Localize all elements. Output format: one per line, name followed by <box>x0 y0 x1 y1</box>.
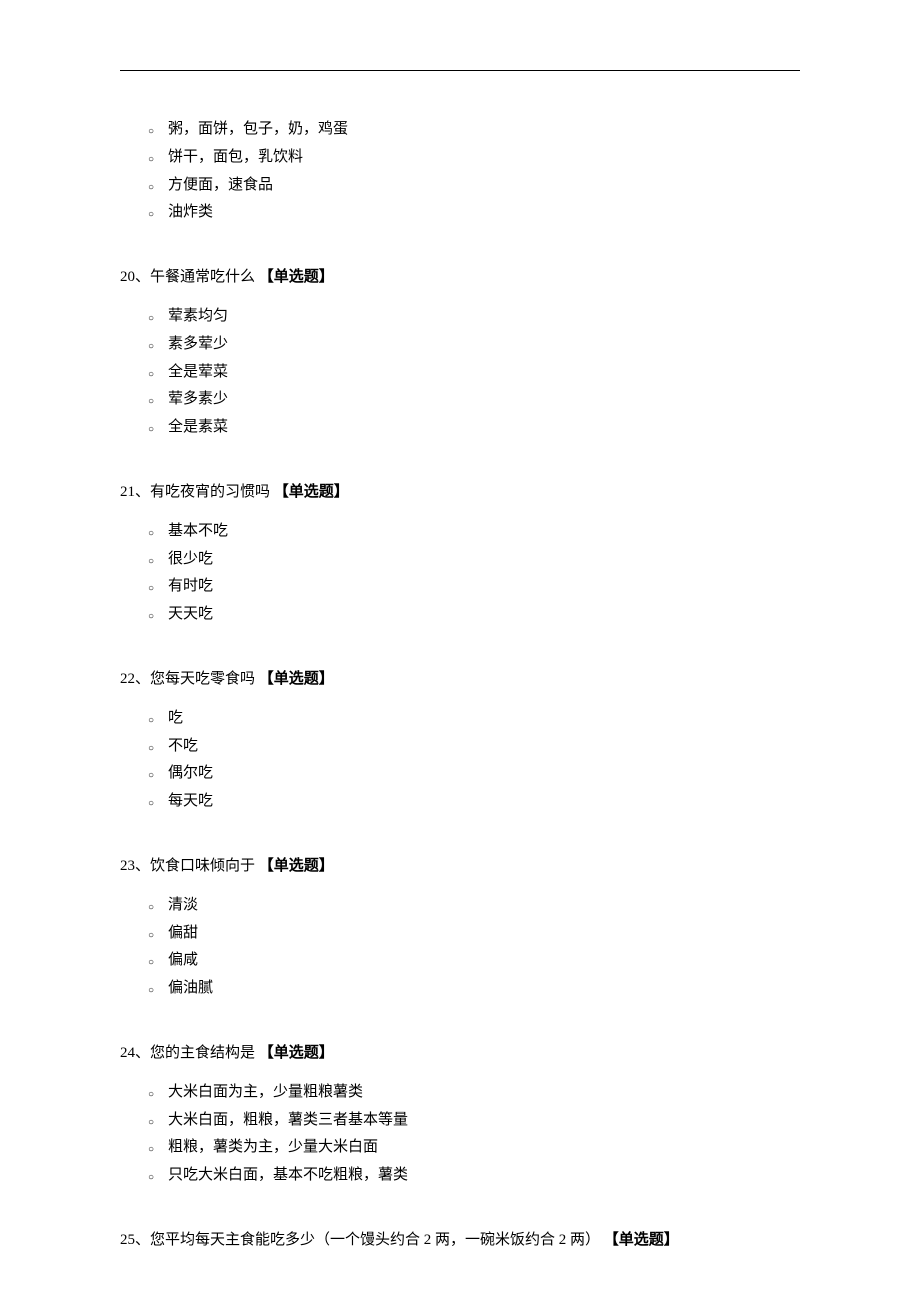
question-21: 21、有吃夜宵的习惯吗 【单选题】 基本不吃 很少吃 有时吃 天天吃 <box>120 480 800 629</box>
question-text: 午餐通常吃什么 <box>150 269 255 285</box>
question-title: 25、您平均每天主食能吃多少（一个馒头约合 2 两，一碗米饭约合 2 两） 【单… <box>120 1228 800 1252</box>
option-item: 每天吃 <box>168 788 800 816</box>
question-type: 【单选题】 <box>259 269 334 285</box>
question-type: 【单选题】 <box>259 671 334 687</box>
option-item: 大米白面为主，少量粗粮薯类 <box>168 1079 800 1107</box>
question-text: 饮食口味倾向于 <box>150 858 255 874</box>
question-number: 22、 <box>120 671 150 687</box>
question-number: 25、 <box>120 1232 150 1248</box>
question-number: 20、 <box>120 269 150 285</box>
option-list: 荤素均匀 素多荤少 全是荤菜 荤多素少 全是素菜 <box>120 303 800 442</box>
question-22: 22、您每天吃零食吗 【单选题】 吃 不吃 偶尔吃 每天吃 <box>120 667 800 816</box>
option-item: 基本不吃 <box>168 518 800 546</box>
question-title: 24、您的主食结构是 【单选题】 <box>120 1041 800 1065</box>
horizontal-rule <box>120 70 800 71</box>
option-item: 只吃大米白面，基本不吃粗粮，薯类 <box>168 1162 800 1190</box>
question-title: 22、您每天吃零食吗 【单选题】 <box>120 667 800 691</box>
option-item: 荤素均匀 <box>168 303 800 331</box>
option-item: 粗粮，薯类为主，少量大米白面 <box>168 1134 800 1162</box>
option-item: 粥，面饼，包子，奶，鸡蛋 <box>168 116 800 144</box>
question-text: 您每天吃零食吗 <box>150 671 255 687</box>
option-item: 饼干，面包，乳饮料 <box>168 144 800 172</box>
question-20: 20、午餐通常吃什么 【单选题】 荤素均匀 素多荤少 全是荤菜 荤多素少 全是素… <box>120 265 800 442</box>
question-23: 23、饮食口味倾向于 【单选题】 清淡 偏甜 偏咸 偏油腻 <box>120 854 800 1003</box>
option-item: 荤多素少 <box>168 386 800 414</box>
question-text: 您的主食结构是 <box>150 1045 255 1061</box>
question-number: 23、 <box>120 858 150 874</box>
option-item: 偏咸 <box>168 947 800 975</box>
question-title: 23、饮食口味倾向于 【单选题】 <box>120 854 800 878</box>
option-item: 方便面，速食品 <box>168 172 800 200</box>
option-list: 粥，面饼，包子，奶，鸡蛋 饼干，面包，乳饮料 方便面，速食品 油炸类 <box>120 116 800 227</box>
option-item: 全是荤菜 <box>168 359 800 387</box>
option-item: 很少吃 <box>168 546 800 574</box>
option-item: 偏油腻 <box>168 975 800 1003</box>
option-item: 偏甜 <box>168 920 800 948</box>
option-list: 吃 不吃 偶尔吃 每天吃 <box>120 705 800 816</box>
option-item: 不吃 <box>168 733 800 761</box>
option-item: 有时吃 <box>168 573 800 601</box>
option-item: 油炸类 <box>168 199 800 227</box>
question-type: 【单选题】 <box>259 1045 334 1061</box>
option-item: 清淡 <box>168 892 800 920</box>
question-25: 25、您平均每天主食能吃多少（一个馒头约合 2 两，一碗米饭约合 2 两） 【单… <box>120 1228 800 1252</box>
option-list: 清淡 偏甜 偏咸 偏油腻 <box>120 892 800 1003</box>
option-item: 偶尔吃 <box>168 760 800 788</box>
option-list: 基本不吃 很少吃 有时吃 天天吃 <box>120 518 800 629</box>
option-item: 大米白面，粗粮，薯类三者基本等量 <box>168 1107 800 1135</box>
question-number: 24、 <box>120 1045 150 1061</box>
option-item: 素多荤少 <box>168 331 800 359</box>
question-type: 【单选题】 <box>274 484 349 500</box>
question-type: 【单选题】 <box>259 858 334 874</box>
option-item: 吃 <box>168 705 800 733</box>
orphan-option-group: 粥，面饼，包子，奶，鸡蛋 饼干，面包，乳饮料 方便面，速食品 油炸类 <box>120 116 800 227</box>
option-item: 天天吃 <box>168 601 800 629</box>
document-page: 粥，面饼，包子，奶，鸡蛋 饼干，面包，乳饮料 方便面，速食品 油炸类 20、午餐… <box>0 0 920 1252</box>
question-text: 有吃夜宵的习惯吗 <box>150 484 270 500</box>
option-list: 大米白面为主，少量粗粮薯类 大米白面，粗粮，薯类三者基本等量 粗粮，薯类为主，少… <box>120 1079 800 1190</box>
question-text: 您平均每天主食能吃多少（一个馒头约合 2 两，一碗米饭约合 2 两） <box>150 1232 600 1248</box>
question-type: 【单选题】 <box>604 1232 679 1248</box>
option-item: 全是素菜 <box>168 414 800 442</box>
question-number: 21、 <box>120 484 150 500</box>
question-24: 24、您的主食结构是 【单选题】 大米白面为主，少量粗粮薯类 大米白面，粗粮，薯… <box>120 1041 800 1190</box>
question-title: 20、午餐通常吃什么 【单选题】 <box>120 265 800 289</box>
question-title: 21、有吃夜宵的习惯吗 【单选题】 <box>120 480 800 504</box>
